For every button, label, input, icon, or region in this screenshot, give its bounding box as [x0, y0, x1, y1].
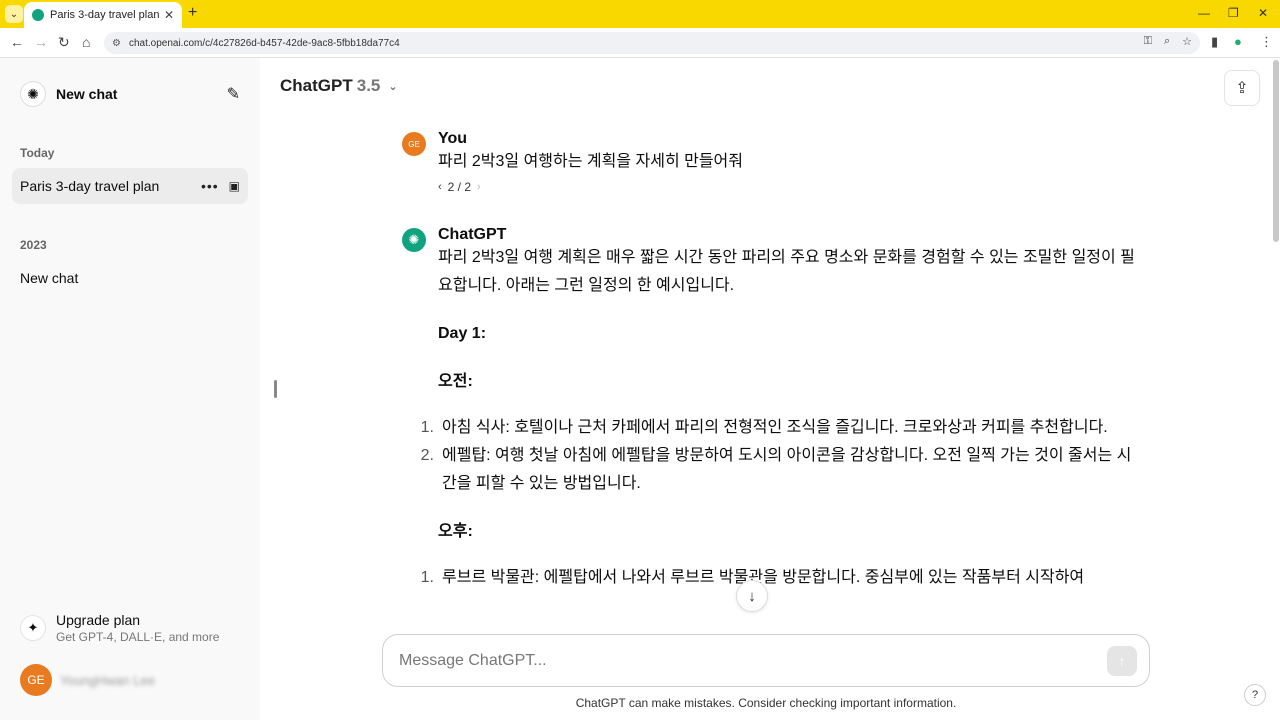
- model-selector[interactable]: ChatGPT 3.5 ⌄: [280, 76, 398, 96]
- upgrade-plan-button[interactable]: ✦ Upgrade plan Get GPT-4, DALL·E, and mo…: [12, 606, 248, 650]
- browser-tab-bar: ⌄ Paris 3-day travel plan ✕ + — ❐ ✕: [0, 0, 1280, 28]
- assistant-intro: 파리 2박3일 여행 계획은 매우 짧은 시간 동안 파리의 주요 명소와 문화…: [438, 249, 1135, 294]
- openai-favicon-icon: [32, 9, 44, 21]
- key-icon[interactable]: ⚿: [1144, 35, 1152, 48]
- afternoon-heading: 오후:: [438, 523, 473, 540]
- sparkle-icon: ✦: [20, 615, 46, 641]
- list-item: 2. 에펠탑: 여행 첫날 아침에 에펠탑을 방문하여 도시의 아이콘을 감상합…: [421, 442, 1142, 498]
- site-info-icon[interactable]: ⚙: [112, 38, 121, 49]
- message-author: You: [438, 130, 468, 147]
- openai-logo-icon: ✺: [20, 81, 46, 107]
- afternoon-list: 1. 루브르 박물관: 에펠탑에서 나와서 루브르 박물관을 방문합니다. 중심…: [421, 564, 1142, 592]
- new-chat-button[interactable]: ✺ New chat ✎: [12, 76, 248, 112]
- home-icon[interactable]: ⌂: [82, 34, 90, 50]
- minimize-icon[interactable]: —: [1198, 6, 1210, 20]
- upgrade-subtitle: Get GPT-4, DALL·E, and more: [56, 630, 220, 644]
- list-text: 에펠탑: 여행 첫날 아침에 에펠탑을 방문하여 도시의 아이콘을 감상합니다.…: [442, 447, 1132, 492]
- browser-menu-icon[interactable]: ⋮: [1260, 34, 1273, 50]
- chat-main: ChatGPT 3.5 ⌄ ⇪ GE You 파리 2박3일 여행하는 계획을 …: [260, 58, 1280, 720]
- username: YoungHwan Lee: [60, 672, 155, 688]
- sidebar-toggle-handle[interactable]: [274, 380, 277, 398]
- sidebar-item-paris-plan[interactable]: Paris 3-day travel plan ••• ▣: [12, 168, 248, 204]
- user-message: GE You 파리 2박3일 여행하는 계획을 자세히 만들어줘 ‹ 2 / 2…: [402, 130, 1142, 194]
- new-tab-icon[interactable]: +: [188, 4, 197, 22]
- sidebar-item-label: Paris 3-day travel plan: [20, 178, 160, 194]
- zoom-icon[interactable]: ⌕: [1164, 35, 1170, 48]
- chevron-right-icon[interactable]: ›: [477, 181, 481, 193]
- sidebar: ✺ New chat ✎ Today Paris 3-day travel pl…: [0, 58, 260, 720]
- list-item: 1. 루브르 박물관: 에펠탑에서 나와서 루브르 박물관을 방문합니다. 중심…: [421, 564, 1142, 592]
- upgrade-title: Upgrade plan: [56, 612, 141, 628]
- tab-title: Paris 3-day travel plan: [50, 9, 160, 21]
- arrow-down-icon: ↓: [748, 587, 756, 605]
- morning-list: 1. 아침 식사: 호텔이나 근처 카페에서 파리의 전형적인 조식을 즐깁니다…: [421, 414, 1142, 498]
- address-bar[interactable]: ⚙ chat.openai.com/c/4c27826d-b457-42de-9…: [104, 32, 1200, 54]
- browser-toolbar: ← → ↻ ⌂ ⚙ chat.openai.com/c/4c27826d-b45…: [0, 28, 1280, 58]
- tab-close-icon[interactable]: ✕: [164, 8, 174, 22]
- restore-icon[interactable]: ❐: [1228, 6, 1239, 20]
- send-button[interactable]: ↑: [1107, 645, 1137, 676]
- arrow-up-icon: ↑: [1118, 652, 1126, 669]
- section-label-2023: 2023: [20, 238, 47, 252]
- message-input[interactable]: [399, 651, 1107, 670]
- model-version: 3.5: [356, 76, 381, 95]
- response-pager: ‹ 2 / 2 ›: [438, 180, 1142, 194]
- tab-search-icon[interactable]: ⌄: [5, 5, 23, 23]
- list-item: 1. 아침 식사: 호텔이나 근처 카페에서 파리의 전형적인 조식을 즐깁니다…: [421, 414, 1142, 442]
- model-name: ChatGPT: [280, 76, 353, 95]
- chevron-down-icon: ⌄: [388, 80, 398, 93]
- share-button[interactable]: ⇪: [1224, 70, 1260, 106]
- url-text: chat.openai.com/c/4c27826d-b457-42de-9ac…: [128, 37, 400, 49]
- scroll-to-bottom-button[interactable]: ↓: [736, 580, 768, 612]
- side-panel-icon[interactable]: ▮: [1211, 34, 1218, 50]
- back-icon[interactable]: ←: [10, 34, 24, 50]
- share-icon: ⇪: [1235, 80, 1249, 97]
- sidebar-item-label: New chat: [20, 270, 79, 286]
- user-menu-button[interactable]: GE YoungHwan Lee: [12, 662, 248, 698]
- section-label-today: Today: [20, 146, 55, 160]
- sidebar-item-new-chat[interactable]: New chat: [12, 260, 248, 296]
- disclaimer-text: ChatGPT can make mistakes. Consider chec…: [575, 696, 957, 710]
- avatar: GE: [20, 664, 52, 696]
- more-options-icon[interactable]: •••: [201, 178, 219, 194]
- list-number: 1.: [420, 419, 434, 436]
- assistant-message: ✺ ChatGPT 파리 2박3일 여행 계획은 매우 짧은 시간 동안 파리의…: [402, 226, 1142, 592]
- message-author: ChatGPT: [438, 226, 507, 243]
- profile-icon[interactable]: ●: [1234, 34, 1242, 49]
- archive-icon[interactable]: ▣: [229, 179, 240, 193]
- list-number: 2.: [420, 447, 434, 464]
- scrollbar[interactable]: [1272, 58, 1280, 720]
- message-text: 파리 2박3일 여행하는 계획을 자세히 만들어줘: [438, 153, 743, 170]
- list-text: 아침 식사: 호텔이나 근처 카페에서 파리의 전형적인 조식을 즐깁니다. 크…: [442, 419, 1108, 436]
- scrollbar-thumb[interactable]: [1273, 60, 1279, 242]
- pager-text: 2 / 2: [447, 180, 472, 194]
- morning-heading: 오전:: [438, 373, 473, 390]
- chatgpt-avatar-icon: ✺: [402, 228, 426, 252]
- day-heading: Day 1:: [438, 325, 487, 342]
- help-button[interactable]: ?: [1244, 684, 1266, 706]
- new-chat-label: New chat: [56, 86, 118, 102]
- forward-icon[interactable]: →: [34, 34, 48, 50]
- message-composer: ↑: [382, 634, 1150, 687]
- browser-tab[interactable]: Paris 3-day travel plan ✕: [24, 2, 182, 28]
- user-avatar: GE: [402, 132, 426, 156]
- bookmark-star-icon[interactable]: ☆: [1182, 35, 1192, 48]
- chevron-left-icon[interactable]: ‹: [438, 181, 442, 193]
- list-number: 1.: [420, 569, 434, 586]
- window-close-icon[interactable]: ✕: [1258, 6, 1268, 20]
- reload-icon[interactable]: ↻: [58, 34, 70, 51]
- edit-icon[interactable]: ✎: [227, 84, 240, 104]
